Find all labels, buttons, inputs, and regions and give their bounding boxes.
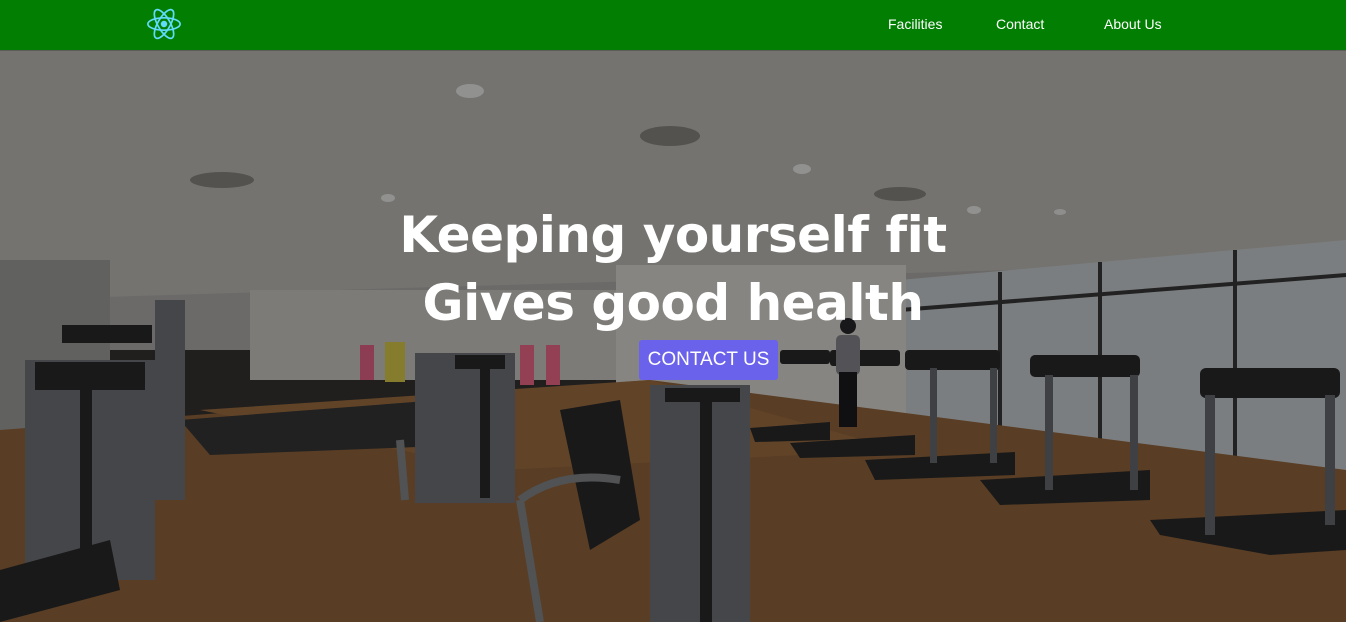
nav-link-about-us[interactable]: About Us (1104, 16, 1162, 32)
hero-headline: Keeping yourself fit Gives good health (0, 201, 1346, 337)
headline-line-2: Gives good health (422, 274, 924, 332)
nav-link-facilities[interactable]: Facilities (888, 16, 942, 32)
nav-link-contact[interactable]: Contact (996, 16, 1044, 32)
navbar: Facilities Contact About Us (0, 0, 1346, 50)
headline-line-1: Keeping yourself fit (399, 206, 947, 264)
react-atom-icon[interactable] (145, 5, 183, 43)
hero-section: Keeping yourself fit Gives good health C… (0, 50, 1346, 622)
contact-us-button[interactable]: CONTACT US (639, 340, 778, 380)
